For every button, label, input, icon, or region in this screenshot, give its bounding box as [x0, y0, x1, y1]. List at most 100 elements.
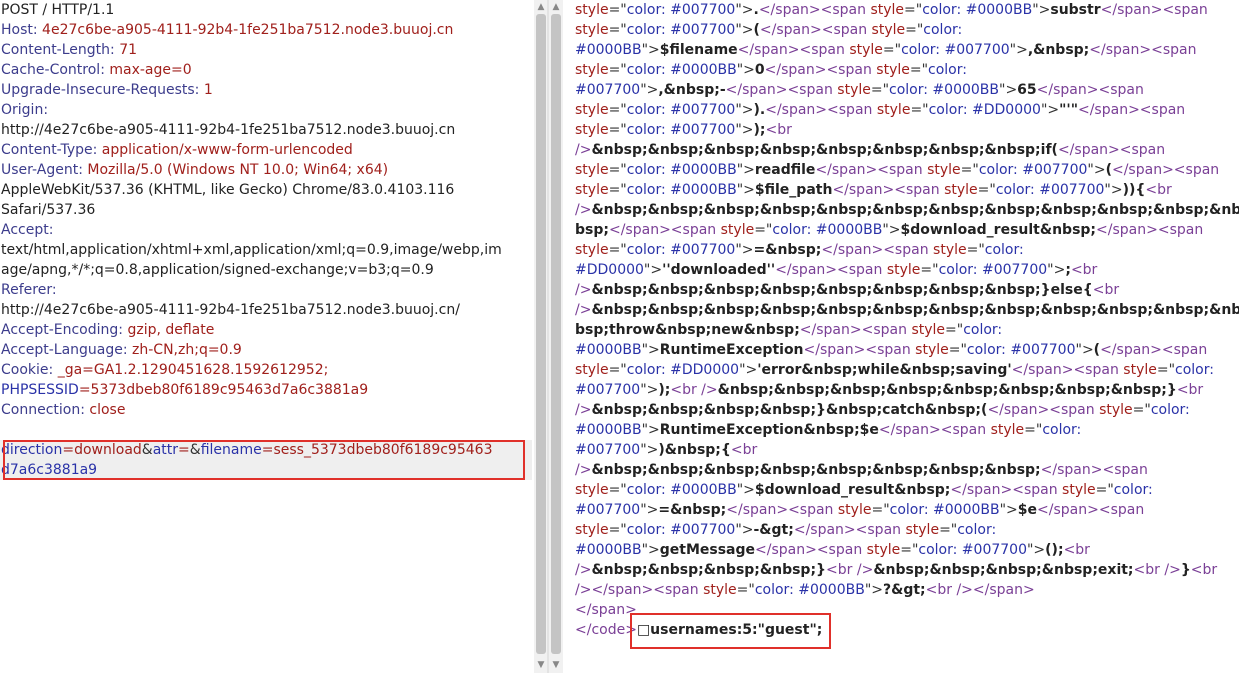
- code-token: color: #0000BB: [626, 162, 737, 178]
- code-token: $file_path: [754, 182, 833, 198]
- code-token: <br: [1063, 542, 1090, 558]
- code-token: bsp;throw&nbsp;new&nbsp;: [575, 322, 800, 338]
- response-line: style="color: #007700">-&gt;</span><span…: [567, 520, 1239, 540]
- response-pane[interactable]: style="color: #007700">.</span><span sty…: [567, 0, 1239, 673]
- code-token: <span: [894, 182, 945, 198]
- response-line: />&nbsp;&nbsp;&nbsp;&nbsp;&nbsp;&nbsp;&n…: [567, 460, 1239, 480]
- code-token: =": [904, 2, 923, 18]
- request-line-text: AppleWebKit/537.36 (KHTML, like Gecko) C…: [1, 182, 455, 198]
- code-token: 0: [754, 62, 765, 78]
- code-token: style: [915, 342, 949, 358]
- code-token: style: [575, 362, 609, 378]
- code-token: 65: [1017, 82, 1037, 98]
- code-token: ">: [864, 582, 883, 598]
- response-line: style="color: #007700">(</span><span sty…: [567, 20, 1239, 40]
- code-token: style: [866, 542, 901, 558]
- code-token: color:: [1150, 402, 1190, 418]
- code-token: &nbsp;&nbsp;&nbsp;&nbsp;&nbsp;&nbsp;&nbs…: [591, 462, 1041, 478]
- code-token: color: #0000BB: [626, 62, 737, 78]
- request-line-text: http://4e27c6be-a905-4111-92b4-1fe251ba7…: [1, 302, 460, 318]
- code-token: =": [608, 162, 627, 178]
- code-token: </span>: [764, 62, 827, 78]
- header-name: Host:: [1, 22, 43, 38]
- code-token: color: #007700: [626, 102, 736, 118]
- code-token: getMessage: [659, 542, 756, 558]
- code-token: <span: [1162, 2, 1208, 18]
- response-line: style="color: #0000BB">$download_result&…: [567, 480, 1239, 500]
- request-headers: POST / HTTP/1.1 Host: 4e27c6be-a905-4111-…: [0, 0, 532, 420]
- code-token: </span>: [950, 482, 1013, 498]
- code-token: color: #007700: [978, 162, 1088, 178]
- code-token: />: [575, 142, 592, 158]
- code-token: />: [575, 282, 592, 298]
- code-token: =": [608, 102, 627, 118]
- code-token: <span: [1098, 502, 1145, 518]
- code-token: <span: [820, 2, 871, 18]
- code-token: #DD0000: [575, 262, 644, 278]
- request-line: POST / HTTP/1.1: [0, 0, 532, 20]
- code-token: style: [1099, 402, 1133, 418]
- scroll-thumb[interactable]: [551, 14, 561, 654]
- request-scrollbar[interactable]: ▲ ▼: [534, 0, 548, 673]
- code-token: ">: [1009, 42, 1028, 58]
- code-token: />: [575, 302, 592, 318]
- code-token: $download_result&nbsp;: [754, 482, 951, 498]
- code-token: ">: [1047, 262, 1066, 278]
- header-value: 71: [119, 42, 138, 58]
- code-token: =": [966, 242, 985, 258]
- code-token: =": [1156, 362, 1176, 378]
- scroll-down-icon[interactable]: ▼: [536, 660, 546, 670]
- request-line-text: POST / HTTP/1.1: [1, 2, 115, 18]
- highlight-box-request: [3, 440, 525, 480]
- code-token: =": [608, 522, 627, 538]
- response-line: #0000BB">RuntimeException</span><span st…: [567, 340, 1239, 360]
- response-scrollbar[interactable]: ▲ ▼: [549, 0, 563, 673]
- code-token: />: [575, 402, 592, 418]
- request-line: User-Agent: Mozilla/5.0 (Windows NT 10.0…: [0, 160, 532, 180]
- header-value: 4e27c6be-a905-4111-92b4-1fe251ba7512.nod…: [42, 22, 454, 38]
- code-token: <span: [788, 502, 838, 518]
- code-token: );: [658, 382, 671, 398]
- code-token: =": [945, 322, 964, 338]
- scroll-up-icon[interactable]: ▲: [536, 2, 546, 12]
- code-token: #0000BB: [575, 422, 642, 438]
- code-token: />: [575, 202, 592, 218]
- code-token: color: #007700: [626, 242, 736, 258]
- code-token: </span>: [803, 342, 866, 358]
- code-token: =": [870, 82, 890, 98]
- header-name: Accept-Encoding:: [1, 322, 128, 338]
- code-token: <span: [1173, 162, 1220, 178]
- header-name: PHPSESSID: [1, 382, 79, 398]
- header-name: Cookie:: [1, 362, 58, 378]
- code-token: <span: [816, 542, 867, 558]
- request-line: http://4e27c6be-a905-4111-92b4-1fe251ba7…: [0, 300, 532, 320]
- code-token: />: [575, 562, 592, 578]
- scroll-down-icon[interactable]: ▼: [551, 660, 561, 670]
- code-token: <span: [827, 102, 877, 118]
- code-token: =": [608, 242, 627, 258]
- code-token: style: [905, 522, 940, 538]
- code-token: <span: [865, 342, 916, 358]
- code-token: style: [575, 102, 609, 118]
- code-token: <span: [799, 42, 850, 58]
- request-line: Content-Length: 71: [0, 40, 532, 60]
- response-body: style="color: #007700">.</span><span sty…: [567, 0, 1239, 640]
- response-line: #007700">)&nbsp;{<br: [567, 440, 1239, 460]
- scroll-thumb[interactable]: [536, 14, 546, 654]
- request-line: Origin:: [0, 100, 532, 120]
- code-token: </span>: [1040, 462, 1103, 478]
- code-token: =": [905, 22, 924, 38]
- code-token: ">: [640, 442, 659, 458]
- header-value: _ga=GA1.2.1290451628.1592612952;: [57, 362, 329, 378]
- code-token: </span>: [725, 82, 788, 98]
- code-token: }: [1180, 562, 1191, 578]
- response-line: #0000BB">$filename</span><span style="co…: [567, 40, 1239, 60]
- scroll-up-icon[interactable]: ▲: [551, 2, 561, 12]
- header-name: Upgrade-Insecure-Requests:: [1, 82, 204, 98]
- code-token: ">: [735, 102, 754, 118]
- request-line: Content-Type: application/x-www-form-url…: [0, 140, 532, 160]
- request-line: Safari/537.36: [0, 200, 532, 220]
- request-pane[interactable]: POST / HTTP/1.1 Host: 4e27c6be-a905-4111-…: [0, 0, 532, 673]
- code-token: ">: [735, 2, 754, 18]
- code-token: </span>: [608, 222, 671, 238]
